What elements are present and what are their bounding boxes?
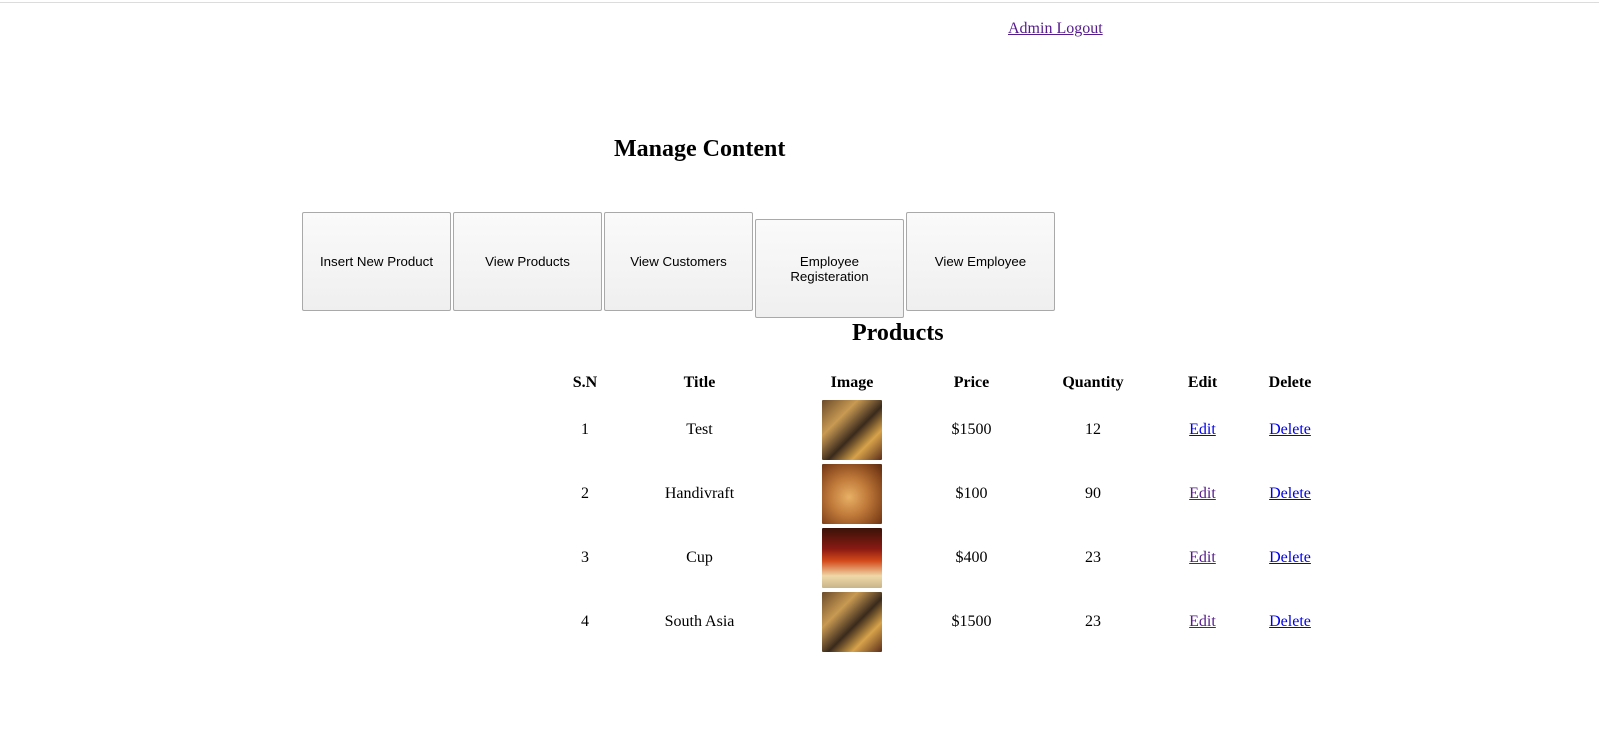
delete-link[interactable]: Delete <box>1269 549 1311 566</box>
cell-edit: Edit <box>1170 398 1235 462</box>
cell-sn: 1 <box>581 421 589 438</box>
view-employee-button[interactable]: View Employee <box>906 212 1055 311</box>
product-thumbnail-image <box>822 528 882 588</box>
cell-image <box>777 398 927 462</box>
cell-quantity: 23 <box>1085 549 1101 566</box>
delete-link[interactable]: Delete <box>1269 613 1311 630</box>
cell-image <box>777 526 927 590</box>
admin-logout-link[interactable]: Admin Logout <box>1008 20 1103 38</box>
cell-title: Test <box>686 421 713 438</box>
column-header-title: Title <box>683 374 716 391</box>
manage-content-heading: Manage Content <box>614 136 786 162</box>
cell-edit: Edit <box>1170 462 1235 526</box>
column-header-edit: Edit <box>1187 374 1218 391</box>
cell-title: South Asia <box>664 613 735 630</box>
cell-delete: Delete <box>1235 590 1345 654</box>
cell-price: $1500 <box>951 613 992 630</box>
product-thumbnail-image <box>822 464 882 524</box>
cell-delete: Delete <box>1235 462 1345 526</box>
delete-link[interactable]: Delete <box>1269 485 1311 502</box>
cell-title: Cup <box>686 549 713 566</box>
cell-price: $400 <box>955 549 988 566</box>
cell-image <box>777 462 927 526</box>
view-customers-button[interactable]: View Customers <box>604 212 753 311</box>
edit-link[interactable]: Edit <box>1189 549 1216 566</box>
cell-edit: Edit <box>1170 590 1235 654</box>
table-row: 1 Test $1500 12 Edit Delete <box>548 398 1345 462</box>
cell-quantity: 23 <box>1085 613 1101 630</box>
products-table: S.N Title Image Price Quantity Edit Dele… <box>548 368 1345 654</box>
edit-link[interactable]: Edit <box>1189 421 1216 438</box>
cell-edit: Edit <box>1170 526 1235 590</box>
table-header-row: S.N Title Image Price Quantity Edit Dele… <box>548 368 1345 398</box>
column-header-quantity: Quantity <box>1062 374 1124 391</box>
cell-quantity: 12 <box>1085 421 1101 438</box>
cell-delete: Delete <box>1235 398 1345 462</box>
edit-link[interactable]: Edit <box>1189 485 1216 502</box>
insert-new-product-button[interactable]: Insert New Product <box>302 212 451 311</box>
cell-price: $1500 <box>951 421 992 438</box>
table-row: 4 South Asia $1500 23 Edit Delete <box>548 590 1345 654</box>
employee-registration-button[interactable]: Employee Registeration <box>755 219 904 318</box>
column-header-price: Price <box>953 374 990 391</box>
cell-price: $100 <box>955 485 988 502</box>
cell-quantity: 90 <box>1085 485 1101 502</box>
cell-delete: Delete <box>1235 526 1345 590</box>
product-thumbnail-image <box>822 592 882 652</box>
table-row: 3 Cup $400 23 Edit Delete <box>548 526 1345 590</box>
edit-link[interactable]: Edit <box>1189 613 1216 630</box>
cell-image <box>777 590 927 654</box>
column-header-sn: S.N <box>572 374 598 391</box>
cell-sn: 2 <box>581 485 589 502</box>
cell-sn: 4 <box>581 613 589 630</box>
cell-title: Handivraft <box>664 485 735 502</box>
top-divider <box>0 2 1599 3</box>
product-thumbnail-image <box>822 400 882 460</box>
products-heading: Products <box>852 320 944 346</box>
column-header-image: Image <box>830 374 874 391</box>
cell-sn: 3 <box>581 549 589 566</box>
column-header-delete: Delete <box>1268 374 1312 391</box>
view-products-button[interactable]: View Products <box>453 212 602 311</box>
delete-link[interactable]: Delete <box>1269 421 1311 438</box>
table-row: 2 Handivraft $100 90 Edit Delete <box>548 462 1345 526</box>
